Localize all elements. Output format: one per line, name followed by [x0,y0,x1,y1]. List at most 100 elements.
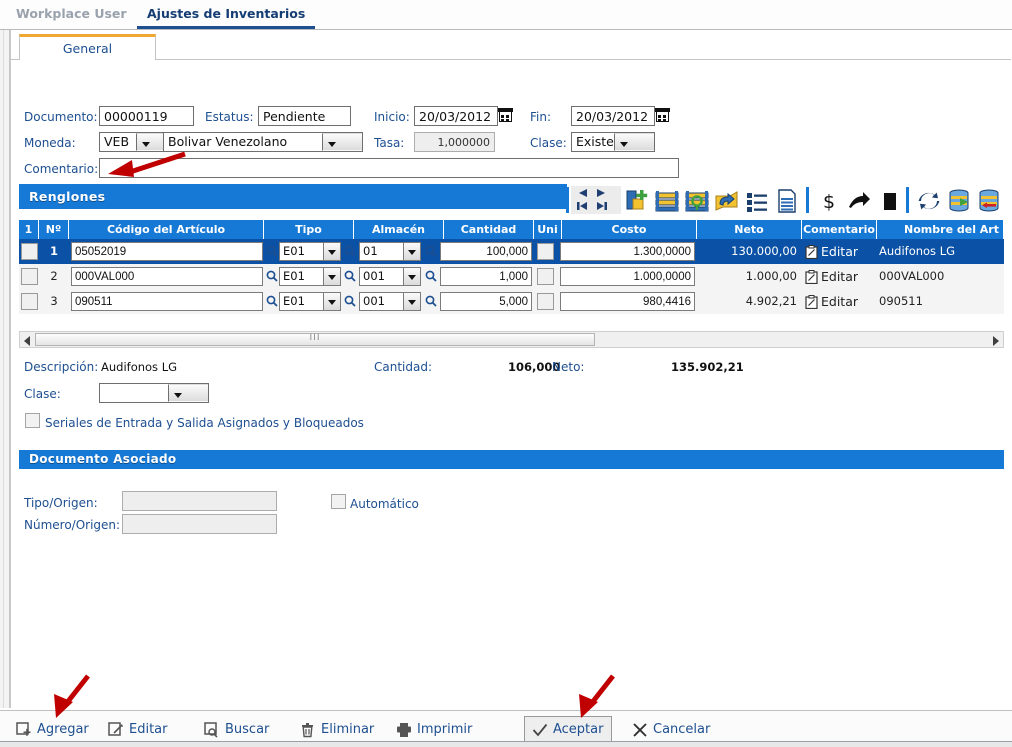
numero-origen-input[interactable] [122,514,277,534]
grid-col-sel[interactable]: 1 [19,220,39,239]
buscar-button[interactable]: Buscar [196,716,280,743]
warehouse-search-icon[interactable] [684,188,710,214]
cantidad-input[interactable] [440,292,532,311]
tipo-select[interactable]: E01 [279,242,341,261]
scrollbar-thumb[interactable] [35,333,595,346]
nav-pad[interactable] [571,186,621,214]
grid-col-codigo[interactable]: Código del Artículo [69,220,264,239]
chevron-down-icon[interactable] [322,133,362,151]
grid-col-comentario[interactable]: Comentario [802,220,877,239]
codigo-input[interactable] [71,242,263,261]
add-article-icon[interactable] [624,188,650,214]
row-select-checkbox[interactable] [21,293,38,310]
grid-col-neto[interactable]: Neto [697,220,802,239]
chevron-down-icon[interactable] [323,243,340,260]
row-select-checkbox[interactable] [21,268,38,285]
costo-input[interactable] [560,242,695,261]
seriales-checkbox[interactable] [25,413,40,428]
search-icon[interactable] [344,270,356,282]
chevron-down-icon[interactable] [323,293,340,310]
tab-ajustes-de-inventarios[interactable]: Ajustes de Inventarios [137,0,315,29]
search-icon[interactable] [425,245,437,257]
clase-renglon-select[interactable] [99,383,209,403]
edit-note-icon[interactable] [805,295,818,309]
search-icon[interactable] [425,295,437,307]
documento-input[interactable] [99,106,194,126]
almacen-select[interactable]: 001 [359,267,421,286]
calendar-icon-inicio[interactable] [499,109,512,122]
uni-box[interactable] [537,293,554,310]
table-row[interactable]: 1 E01 01 130.000,00 Editar Audifonos LG [19,239,1004,264]
table-row[interactable]: 2 E01 001 1.000,00 Editar 000VAL000 [19,264,1004,289]
codigo-input[interactable] [71,267,263,286]
refresh-icon[interactable] [916,188,942,214]
costo-input[interactable] [560,267,695,286]
fin-date-input[interactable] [571,106,655,126]
grid-horizontal-scrollbar[interactable] [19,331,1004,348]
almacen-select[interactable]: 01 [359,242,421,261]
clase-header-select[interactable]: Existencia [571,132,655,152]
codigo-input[interactable] [71,292,263,311]
search-icon[interactable] [425,270,437,282]
row-select-checkbox[interactable] [21,243,38,260]
aceptar-button[interactable]: Aceptar [524,716,612,743]
database-delete-icon[interactable] [976,188,1002,214]
tab-workplace-user[interactable]: Workplace User [6,0,137,29]
search-icon[interactable] [344,245,356,257]
estatus-input[interactable] [258,106,351,126]
grid-col-uni[interactable]: Uni [534,220,562,239]
chevron-down-icon[interactable] [323,268,340,285]
tipo-select[interactable]: E01 [279,267,341,286]
import-icon[interactable] [714,188,740,214]
uni-box[interactable] [537,243,554,260]
eliminar-button[interactable]: Eliminar [292,716,382,743]
agregar-button[interactable]: Agregar [8,716,92,743]
forward-arrow-icon[interactable] [846,188,872,214]
search-icon[interactable] [266,270,278,282]
almacen-select[interactable]: 001 [359,292,421,311]
list-icon[interactable] [744,188,770,214]
uni-box[interactable] [537,268,554,285]
costo-input[interactable] [560,292,695,311]
comentario-link[interactable]: Editar [821,264,881,289]
search-icon[interactable] [344,295,356,307]
comentario-link[interactable]: Editar [821,239,881,264]
grid-col-num[interactable]: Nº [39,220,69,239]
plugin-icon[interactable] [876,188,902,214]
grid-col-nombre[interactable]: Nombre del Art [877,220,1004,239]
chevron-down-icon[interactable] [614,133,654,151]
edit-note-icon[interactable] [805,270,818,284]
search-icon[interactable] [266,245,278,257]
chevron-down-icon[interactable] [403,268,420,285]
tipo-origen-input[interactable] [122,491,277,511]
calendar-icon-fin[interactable] [656,109,669,122]
chevron-down-icon[interactable] [403,243,420,260]
grid-col-tipo[interactable]: Tipo [264,220,354,239]
scroll-left-arrow-icon[interactable] [24,336,30,346]
editar-button[interactable]: Editar [100,716,184,743]
tipo-select[interactable]: E01 [279,292,341,311]
automatico-checkbox[interactable] [331,494,346,509]
table-row[interactable]: 3 E01 001 4.902,21 Editar 090511 [19,289,1004,314]
comentario-input[interactable] [99,158,679,178]
warehouse-icon[interactable] [654,188,680,214]
currency-icon[interactable]: $ [816,188,842,214]
grid-col-costo[interactable]: Costo [562,220,697,239]
imprimir-button[interactable]: Imprimir [388,716,478,743]
search-icon[interactable] [266,295,278,307]
comentario-link[interactable]: Editar [821,289,881,314]
grid-col-almacen[interactable]: Almacén [354,220,444,239]
cantidad-input[interactable] [440,242,532,261]
cantidad-input[interactable] [440,267,532,286]
document-lines-icon[interactable] [774,188,800,214]
chevron-down-icon[interactable] [403,293,420,310]
edit-note-icon[interactable] [805,245,818,259]
grid-col-cantidad[interactable]: Cantidad [444,220,534,239]
tab-general[interactable]: General [19,34,156,60]
moneda-name-select[interactable]: Bolivar Venezolano [163,132,363,152]
database-export-icon[interactable] [946,188,972,214]
cancelar-button[interactable]: Cancelar [624,716,716,743]
chevron-down-icon[interactable] [168,384,208,402]
scroll-right-arrow-icon[interactable] [993,336,999,346]
inicio-date-input[interactable] [414,106,498,126]
